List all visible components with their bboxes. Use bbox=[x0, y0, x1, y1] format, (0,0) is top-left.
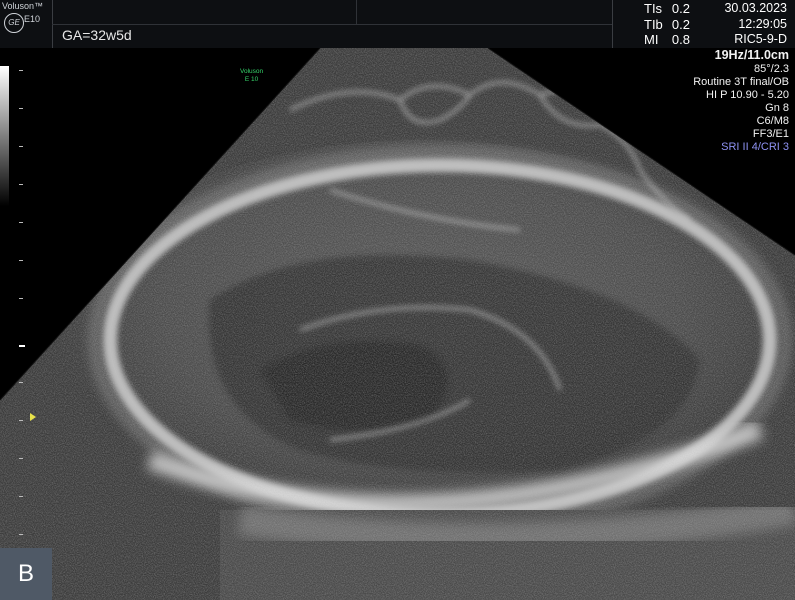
depth-tick-major bbox=[19, 345, 25, 347]
ge-logo-icon: GE bbox=[4, 13, 24, 33]
probe-orientation-mark: Voluson E 10 bbox=[240, 68, 263, 84]
safety-index-label: TIb bbox=[644, 16, 663, 32]
gestational-age: GA=32w5d bbox=[62, 27, 132, 43]
probe-name: RIC5-9-D bbox=[734, 32, 787, 46]
safety-index-value: 0.8 bbox=[671, 32, 690, 47]
gain-value: Gn 8 bbox=[765, 102, 789, 114]
greyscale-bar bbox=[0, 66, 9, 206]
probe-mark-line: E 10 bbox=[244, 76, 259, 83]
brand-model: E10 bbox=[24, 14, 41, 24]
frame-filter: FF3/E1 bbox=[752, 128, 789, 140]
safety-index-row: MI 0.8 bbox=[644, 32, 690, 48]
safety-index-value: 0.2 bbox=[671, 1, 690, 16]
frame-rate-depth: 19Hz/11.0cm bbox=[714, 48, 789, 62]
depth-tick bbox=[19, 222, 23, 223]
header-divider bbox=[612, 0, 613, 48]
depth-tick bbox=[19, 534, 23, 535]
brand-name: Voluson™ bbox=[2, 1, 44, 11]
depth-tick bbox=[19, 496, 23, 497]
header-bar: Voluson™ GE E10 GA=32w5d TIs 0.2 TIb 0.2… bbox=[0, 0, 795, 48]
safety-index-label: TIs bbox=[644, 1, 663, 16]
safety-index-row: TIb 0.2 bbox=[644, 17, 690, 33]
probe-mark-line: Voluson bbox=[240, 68, 264, 75]
focus-marker-icon bbox=[30, 413, 36, 421]
depth-tick bbox=[19, 458, 23, 459]
depth-tick bbox=[19, 260, 23, 261]
sector-angle: 85°/2.3 bbox=[754, 63, 789, 75]
exam-date: 30.03.2023 bbox=[724, 1, 787, 15]
brand-area: Voluson™ GE E10 bbox=[0, 0, 53, 48]
depth-tick bbox=[19, 70, 23, 71]
header-divider bbox=[52, 24, 612, 25]
depth-tick bbox=[19, 382, 23, 383]
imaging-parameters: 19Hz/11.0cm 85°/2.3 Routine 3T final/OB … bbox=[693, 48, 789, 154]
safety-index-value: 0.2 bbox=[671, 16, 690, 32]
safety-index-row: TIs 0.2 bbox=[644, 1, 690, 17]
panel-label: B bbox=[0, 548, 52, 600]
sri-setting: SRI II 4/CRI 3 bbox=[721, 141, 789, 153]
ultrasound-scan-image bbox=[0, 47, 795, 600]
date-time-block: 30.03.2023 12:29:05 RIC5-9-D bbox=[724, 1, 787, 48]
header-divider bbox=[356, 0, 357, 24]
depth-tick bbox=[19, 108, 23, 109]
exam-time: 12:29:05 bbox=[738, 16, 787, 31]
color-map: C6/M8 bbox=[756, 115, 789, 127]
depth-tick bbox=[19, 420, 23, 421]
preset-name: Routine 3T final/OB bbox=[693, 76, 789, 88]
safety-index-label: MI bbox=[644, 32, 659, 47]
depth-tick bbox=[19, 146, 23, 147]
safety-indices: TIs 0.2 TIb 0.2 MI 0.8 bbox=[644, 1, 690, 48]
harmonic-frequency: HI P 10.90 - 5.20 bbox=[706, 89, 789, 101]
depth-tick bbox=[19, 298, 23, 299]
depth-tick bbox=[19, 184, 23, 185]
